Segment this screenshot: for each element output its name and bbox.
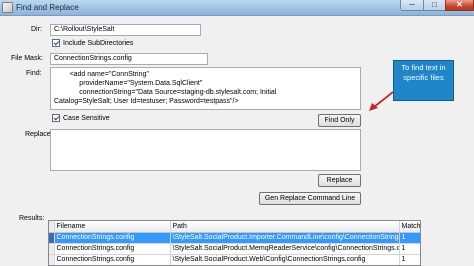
column-header-matches[interactable]: Matches bbox=[399, 221, 420, 233]
file-mask-label: File Mask: bbox=[11, 55, 43, 62]
results-header-row: Filename Path Matches bbox=[49, 221, 420, 233]
maximize-button[interactable]: □ bbox=[423, 0, 446, 11]
replace-textarea[interactable] bbox=[50, 129, 361, 171]
cell-matches[interactable]: 1 bbox=[399, 254, 420, 265]
find-label: Find: bbox=[26, 70, 42, 77]
annotation-arrow-icon bbox=[369, 91, 394, 111]
title-bar[interactable]: Find and Replace ─ □ ✕ bbox=[0, 0, 474, 16]
case-sensitive-label: Case Sensitive bbox=[63, 114, 110, 122]
results-grid[interactable]: Filename Path Matches ConnectionStrings.… bbox=[48, 220, 421, 266]
results-label: Results: bbox=[19, 215, 45, 222]
replace-button[interactable]: Replace bbox=[318, 174, 361, 187]
annotation-callout: To find text in specific files bbox=[393, 60, 454, 101]
cell-path[interactable]: \StyleSalt.SocialProduct.Web\Config\Conn… bbox=[170, 254, 400, 265]
app-icon bbox=[2, 2, 13, 13]
include-subdirectories-checkbox[interactable]: Include SubDirectories bbox=[52, 39, 133, 47]
replace-label: Replace: bbox=[25, 131, 53, 138]
find-textarea[interactable]: <add name="ConnString" providerName="Sys… bbox=[50, 67, 361, 110]
dir-input[interactable]: C:\Rollout\StyleSalt bbox=[50, 24, 201, 36]
column-header-filename[interactable]: Filename bbox=[54, 221, 171, 233]
cell-filename[interactable]: ConnectionStrings.config bbox=[54, 232, 171, 244]
window-title: Find and Replace bbox=[16, 3, 79, 12]
maximize-icon: □ bbox=[432, 0, 437, 9]
minimize-button[interactable]: ─ bbox=[400, 0, 424, 11]
table-row[interactable]: ConnectionStrings.config \StyleSalt.Soci… bbox=[49, 243, 420, 255]
gen-replace-command-line-button[interactable]: Gen Replace Command Line bbox=[259, 192, 361, 205]
cell-path[interactable]: \StyleSalt.SocialProduct.MemqReaderServi… bbox=[170, 243, 400, 255]
cell-filename[interactable]: ConnectionStrings.config bbox=[54, 254, 171, 265]
cell-filename[interactable]: ConnectionStrings.config bbox=[54, 243, 171, 255]
close-icon: ✕ bbox=[456, 0, 463, 9]
find-only-button[interactable]: Find Only bbox=[318, 114, 361, 127]
cell-matches[interactable]: 1 bbox=[399, 232, 420, 244]
minimize-icon: ─ bbox=[409, 0, 415, 9]
cell-path[interactable]: \StyleSalt.SocialProduct.Importer.Comman… bbox=[170, 232, 400, 244]
file-mask-input[interactable]: ConnectionStrings.config bbox=[50, 53, 208, 65]
include-subdirectories-label: Include SubDirectories bbox=[63, 39, 134, 47]
dir-label: Dir: bbox=[31, 26, 42, 33]
table-row[interactable]: ConnectionStrings.config \StyleSalt.Soci… bbox=[49, 232, 420, 244]
checkbox-checked-icon[interactable] bbox=[52, 114, 60, 122]
column-header-path[interactable]: Path bbox=[170, 221, 400, 233]
checkbox-checked-icon[interactable] bbox=[52, 39, 60, 47]
close-button[interactable]: ✕ bbox=[445, 0, 474, 11]
case-sensitive-checkbox[interactable]: Case Sensitive bbox=[52, 114, 110, 122]
cell-matches[interactable]: 1 bbox=[399, 243, 420, 255]
table-row[interactable]: ConnectionStrings.config \StyleSalt.Soci… bbox=[49, 254, 420, 265]
